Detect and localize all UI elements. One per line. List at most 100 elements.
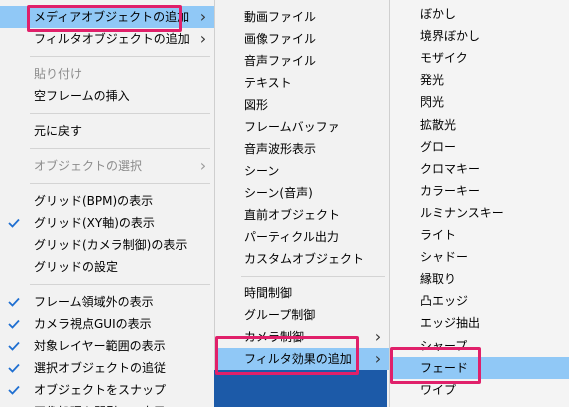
media-menu-item-10[interactable]: パーティクル出力	[215, 226, 389, 248]
menu-separator	[30, 284, 210, 285]
menu-item-label: 貼り付け	[34, 67, 83, 81]
media-menu-item-7[interactable]: シーン	[215, 160, 389, 182]
menu-item-label: 図形	[244, 98, 269, 112]
menu-item-label: グリッド(BPM)の表示	[34, 194, 154, 208]
filter-menu-item-8[interactable]: カラーキー	[390, 180, 569, 202]
menu-item-label: 画像処理を間引いて表示	[34, 401, 166, 407]
media-menu-item-4[interactable]: 図形	[215, 94, 389, 116]
menu-separator	[30, 183, 210, 184]
menu-item-label: 拡散光	[420, 117, 457, 132]
filter-menu-item-9[interactable]: ルミナンスキー	[390, 202, 569, 224]
media-menu-item-6[interactable]: 音声波形表示	[215, 138, 389, 160]
filter-menu-item-14[interactable]: エッジ抽出	[390, 312, 569, 334]
media-menu-item-14[interactable]: グループ制御	[215, 304, 389, 326]
media-menu-item-3[interactable]: テキスト	[215, 72, 389, 94]
menu-item-label: ぼかし	[420, 7, 457, 21]
main-menu-item-11[interactable]: グリッド(XY軸)の表示	[0, 212, 214, 234]
menu-item-label: フレーム領域外の表示	[34, 295, 154, 309]
main-menu-item-13[interactable]: グリッドの設定	[0, 256, 214, 278]
menu-item-label: カスタムオブジェクト	[244, 252, 365, 266]
filter-menu-item-17[interactable]: ワイプ	[390, 379, 569, 401]
main-menu-item-18[interactable]: 選択オブジェクトの追従	[0, 357, 214, 379]
media-menu-item-0[interactable]: 動画ファイル	[215, 6, 389, 28]
main-menu-item-6[interactable]: 元に戻す	[0, 120, 214, 142]
menu-item-label: ワイプ	[420, 382, 457, 397]
menu-item-label: 画像ファイル	[244, 32, 317, 46]
filter-menu-item-4[interactable]: 閃光	[390, 91, 569, 113]
menu-item-label: フレームバッファ	[244, 120, 340, 134]
filter-menu-item-1[interactable]: 境界ぼかし	[390, 25, 569, 47]
menu-item-label: ライト	[420, 228, 457, 242]
filter-menu-item-0[interactable]: ぼかし	[390, 3, 569, 25]
media-menu-item-16[interactable]: フィルタ効果の追加 ›	[215, 348, 389, 370]
filter-menu-item-15[interactable]: シャープ	[390, 335, 569, 357]
filter-menu-item-16[interactable]: フェード	[390, 356, 569, 379]
menu-item-label: 音声波形表示	[244, 142, 317, 156]
menu-item-label: カメラ制御	[244, 330, 305, 344]
filter-menu-item-2[interactable]: モザイク	[390, 47, 569, 69]
main-menu-item-0[interactable]: メディアオブジェクトの追加 ›	[0, 6, 214, 28]
checkmark-icon	[6, 357, 22, 379]
media-menu-item-9[interactable]: 直前オブジェクト	[215, 204, 389, 226]
menu-item-label: クロマキー	[420, 161, 481, 176]
media-menu-item-13[interactable]: 時間制御	[215, 282, 389, 304]
menu-item-label: オブジェクトの選択	[34, 159, 143, 173]
menu-item-label: フィルタ効果の追加	[244, 352, 352, 366]
checkmark-icon	[6, 291, 22, 313]
filter-menu-item-3[interactable]: 発光	[390, 69, 569, 91]
menu-item-label: 選択オブジェクトの追従	[34, 361, 167, 375]
menu-separator	[30, 113, 210, 114]
filter-menu-item-7[interactable]: クロマキー	[390, 158, 569, 180]
submenu-media-objects: 動画ファイル 画像ファイル 音声ファイル テキスト 図形 フレームバッファ 音声波形表示 シー…	[214, 0, 390, 407]
menu-item-label: 対象レイヤー範囲の表示	[34, 339, 166, 353]
media-menu-item-1[interactable]: 画像ファイル	[215, 28, 389, 50]
media-menu-item-5[interactable]: フレームバッファ	[215, 116, 389, 138]
media-menu-item-11[interactable]: カスタムオブジェクト	[215, 248, 389, 270]
menu-item-label: カラーキー	[420, 183, 481, 198]
menu-item-label: 縁取り	[420, 272, 457, 287]
menu-item-label: 境界ぼかし	[420, 29, 481, 44]
filter-menu-item-10[interactable]: ライト	[390, 224, 569, 246]
menu-item-label: シャドー	[420, 250, 469, 265]
menu-item-label: シーン(音声)	[244, 186, 313, 200]
filter-menu-item-12[interactable]: 縁取り	[390, 268, 569, 290]
timeline-background	[214, 370, 387, 407]
main-menu-item-10[interactable]: グリッド(BPM)の表示	[0, 190, 214, 212]
main-menu-item-17[interactable]: 対象レイヤー範囲の表示	[0, 335, 214, 357]
checkmark-icon	[6, 379, 22, 401]
menu-item-label: グリッド(カメラ制御)の表示	[34, 238, 188, 252]
checkmark-icon	[6, 212, 22, 234]
media-menu-item-8[interactable]: シーン(音声)	[215, 182, 389, 204]
menu-item-label: グリッド(XY軸)の表示	[34, 216, 155, 230]
filter-menu-item-11[interactable]: シャドー	[390, 246, 569, 268]
media-menu-item-15[interactable]: カメラ制御 ›	[215, 326, 389, 348]
main-menu-item-4[interactable]: 空フレームの挿入	[0, 85, 214, 107]
chevron-right-icon: ›	[374, 349, 382, 368]
chevron-right-icon: ›	[199, 29, 207, 48]
main-menu-item-8: オブジェクトの選択 ›	[0, 155, 214, 177]
main-menu-item-3: 貼り付け	[0, 63, 214, 85]
main-menu-item-12[interactable]: グリッド(カメラ制御)の表示	[0, 234, 214, 256]
checkmark-icon	[6, 335, 22, 357]
menu-item-label: 時間制御	[244, 286, 293, 300]
main-menu-item-15[interactable]: フレーム領域外の表示	[0, 291, 214, 313]
main-menu-item-20[interactable]: 画像処理を間引いて表示	[0, 401, 214, 407]
menu-item-label: 元に戻す	[34, 124, 83, 138]
filter-menu-item-13[interactable]: 凸エッジ	[390, 290, 569, 312]
context-menu-main: メディアオブジェクトの追加 › フィルタオブジェクトの追加 › 貼り付け 空フレームの挿入…	[0, 0, 215, 407]
chevron-right-icon: ›	[199, 7, 207, 26]
main-menu-item-19[interactable]: オブジェクトをスナップ	[0, 379, 214, 401]
menu-item-label: カメラ視点GUIの表示	[34, 317, 152, 331]
submenu-filter-effects: ぼかし境界ぼかしモザイク発光閃光拡散光グロークロマキーカラーキールミナンスキーラ…	[389, 0, 569, 407]
menu-item-label: 発光	[420, 73, 445, 88]
menu-item-label: メディアオブジェクトの追加	[34, 10, 190, 24]
menu-item-label: テキスト	[244, 76, 292, 90]
filter-menu-item-5[interactable]: 拡散光	[390, 114, 569, 136]
chevron-right-icon: ›	[199, 156, 207, 175]
media-menu-item-2[interactable]: 音声ファイル	[215, 50, 389, 72]
menu-item-label: エッジ抽出	[420, 316, 481, 331]
main-menu-item-1[interactable]: フィルタオブジェクトの追加 ›	[0, 28, 214, 50]
main-menu-item-16[interactable]: カメラ視点GUIの表示	[0, 313, 214, 335]
menu-item-label: シャープ	[420, 338, 468, 353]
filter-menu-item-6[interactable]: グロー	[390, 136, 569, 158]
